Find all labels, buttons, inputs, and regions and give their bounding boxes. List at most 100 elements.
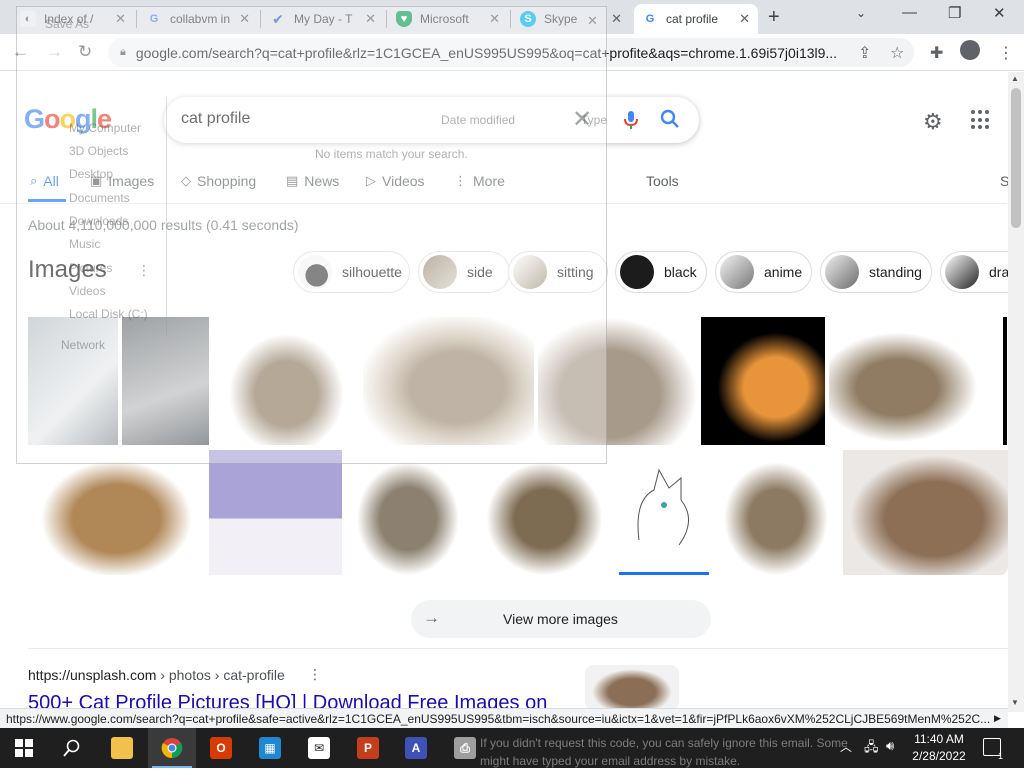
- close-icon[interactable]: ✕: [239, 11, 250, 27]
- tab-cat-profile[interactable]: G cat profile ✕: [634, 4, 758, 34]
- back-button[interactable]: ←: [12, 42, 29, 62]
- tab-index-of[interactable]: ◐ Index of / ✕: [12, 4, 134, 34]
- tab-microsoft[interactable]: ♥ Microsoft ✕: [388, 4, 508, 34]
- bookmark-star-icon[interactable]: ☆: [890, 43, 904, 63]
- close-icon[interactable]: ✕: [611, 11, 622, 27]
- more-options-icon[interactable]: ⋮: [137, 262, 151, 279]
- cat-image[interactable]: [1003, 317, 1007, 445]
- cat-image[interactable]: [713, 450, 839, 575]
- start-button[interactable]: [0, 728, 48, 768]
- search-box[interactable]: cat profile ✕: [164, 97, 699, 143]
- search-input[interactable]: cat profile: [181, 110, 250, 128]
- powerpoint-icon: P: [357, 737, 379, 759]
- scroll-up-icon[interactable]: ▲: [1011, 74, 1019, 83]
- result-options-icon[interactable]: ⋮: [308, 666, 322, 683]
- chip-black[interactable]: black: [615, 251, 707, 293]
- close-icon[interactable]: ✕: [489, 11, 500, 27]
- result-stats: About 4,110,000,000 results (0.41 second…: [28, 217, 299, 233]
- cat-image[interactable]: [28, 317, 118, 445]
- menu-kebab-icon[interactable]: ⋮: [998, 43, 1014, 63]
- share-icon[interactable]: ⇪: [858, 43, 871, 63]
- tab-videos[interactable]: ▷ Videos: [366, 173, 425, 189]
- tag-icon: ◇: [181, 173, 191, 188]
- clear-icon[interactable]: ✕: [572, 105, 592, 134]
- cat-image[interactable]: [363, 317, 534, 445]
- cat-image[interactable]: [209, 450, 342, 575]
- tab-all[interactable]: ⌕ All: [30, 173, 59, 189]
- window-close-button[interactable]: ✕: [993, 4, 1006, 22]
- cat-sketch-icon: [637, 468, 689, 546]
- divider: [28, 648, 1008, 649]
- microphone-icon[interactable]: [622, 110, 640, 130]
- mail-app[interactable]: ✉: [295, 728, 343, 768]
- taskbar-search-button[interactable]: [48, 728, 96, 768]
- extensions-puzzle-icon[interactable]: ✚: [930, 43, 943, 63]
- search-icon[interactable]: [660, 109, 680, 129]
- profile-avatar-icon[interactable]: [960, 40, 980, 60]
- tab-shopping[interactable]: ◇ Shopping: [181, 173, 256, 189]
- cat-image[interactable]: [829, 317, 1000, 445]
- cat-image[interactable]: [122, 317, 209, 445]
- chip-silhouette[interactable]: silhouette: [293, 251, 410, 293]
- chip-anime[interactable]: anime: [715, 251, 812, 293]
- google-logo[interactable]: Google: [24, 104, 112, 135]
- ghost-email-text: If you didn't request this code, you can…: [480, 736, 848, 768]
- scroll-down-icon[interactable]: ▼: [1011, 698, 1019, 707]
- scrollbar-thumb[interactable]: [1011, 88, 1021, 228]
- powerpoint-app[interactable]: P: [344, 728, 392, 768]
- chrome-icon: [161, 738, 183, 759]
- cat-image[interactable]: [843, 450, 1008, 575]
- office-app[interactable]: O: [197, 728, 245, 768]
- cat-image[interactable]: [346, 450, 470, 575]
- tab-skype[interactable]: S Skype ✕: [512, 4, 630, 34]
- cat-drawing-image[interactable]: [619, 450, 709, 575]
- tab-news[interactable]: ▤ News: [286, 173, 339, 189]
- cat-image[interactable]: [538, 317, 698, 445]
- shield-icon: ♥: [396, 11, 412, 27]
- result-thumbnail[interactable]: [585, 665, 679, 710]
- tab-search-icon[interactable]: ⌄: [856, 6, 866, 20]
- chip-sitting[interactable]: sitting: [508, 251, 608, 293]
- network-icon[interactable]: 🖧︎: [864, 738, 879, 760]
- google-apps-icon[interactable]: [971, 110, 991, 130]
- new-tab-button[interactable]: +: [768, 6, 780, 29]
- taskbar-clock[interactable]: 11:40 AM 2/28/2022: [907, 731, 971, 765]
- folder-icon: [111, 737, 133, 759]
- checkmark-icon: ✔: [272, 10, 284, 27]
- address-bar[interactable]: 🔒︎ google.com/search?q=cat+profile&rlz=1…: [108, 38, 914, 67]
- minimize-button[interactable]: —: [902, 4, 917, 21]
- taskbar-app[interactable]: A: [392, 728, 440, 768]
- printer-icon: ⎙: [454, 737, 476, 759]
- restore-button[interactable]: ❐: [948, 4, 961, 22]
- store-app[interactable]: ▦: [246, 728, 294, 768]
- scroll-right-icon[interactable]: ▶: [994, 713, 1001, 724]
- cat-image[interactable]: [28, 450, 205, 575]
- cat-image[interactable]: [213, 317, 360, 445]
- close-icon[interactable]: ✕: [365, 11, 376, 27]
- tab-collabvm[interactable]: G collabvm in ✕: [138, 4, 258, 34]
- view-more-images-button[interactable]: → View more images: [411, 600, 711, 638]
- anime-thumbnail: [720, 255, 754, 289]
- cat-image[interactable]: [474, 450, 615, 575]
- forward-button[interactable]: →: [46, 42, 63, 62]
- google-favicon-icon: G: [149, 13, 159, 25]
- volume-icon[interactable]: 🔊︎: [886, 738, 894, 754]
- gear-icon[interactable]: ⚙: [923, 109, 943, 135]
- tools-button[interactable]: Tools: [646, 173, 679, 189]
- close-icon[interactable]: ✕: [739, 11, 750, 27]
- tab-more[interactable]: ⋮ More: [454, 173, 505, 189]
- app-a-icon: A: [405, 737, 427, 759]
- tray-chevron-icon[interactable]: ︿: [840, 738, 852, 755]
- cat-image[interactable]: [701, 317, 825, 445]
- close-icon[interactable]: ✕: [115, 11, 126, 27]
- result-citation[interactable]: https://unsplash.com › photos › cat-prof…: [28, 667, 285, 683]
- chrome-app[interactable]: [148, 728, 196, 768]
- chip-side[interactable]: side: [418, 251, 510, 293]
- logo-letter: G: [24, 104, 45, 134]
- tab-my-day[interactable]: ✔ My Day - T ✕: [262, 4, 384, 34]
- file-explorer-app[interactable]: [98, 728, 146, 768]
- chip-draw[interactable]: draw: [940, 251, 1008, 293]
- tab-images[interactable]: ▣ Images: [90, 173, 154, 189]
- reload-button[interactable]: ↻: [78, 42, 92, 62]
- chip-standing[interactable]: standing: [820, 251, 932, 293]
